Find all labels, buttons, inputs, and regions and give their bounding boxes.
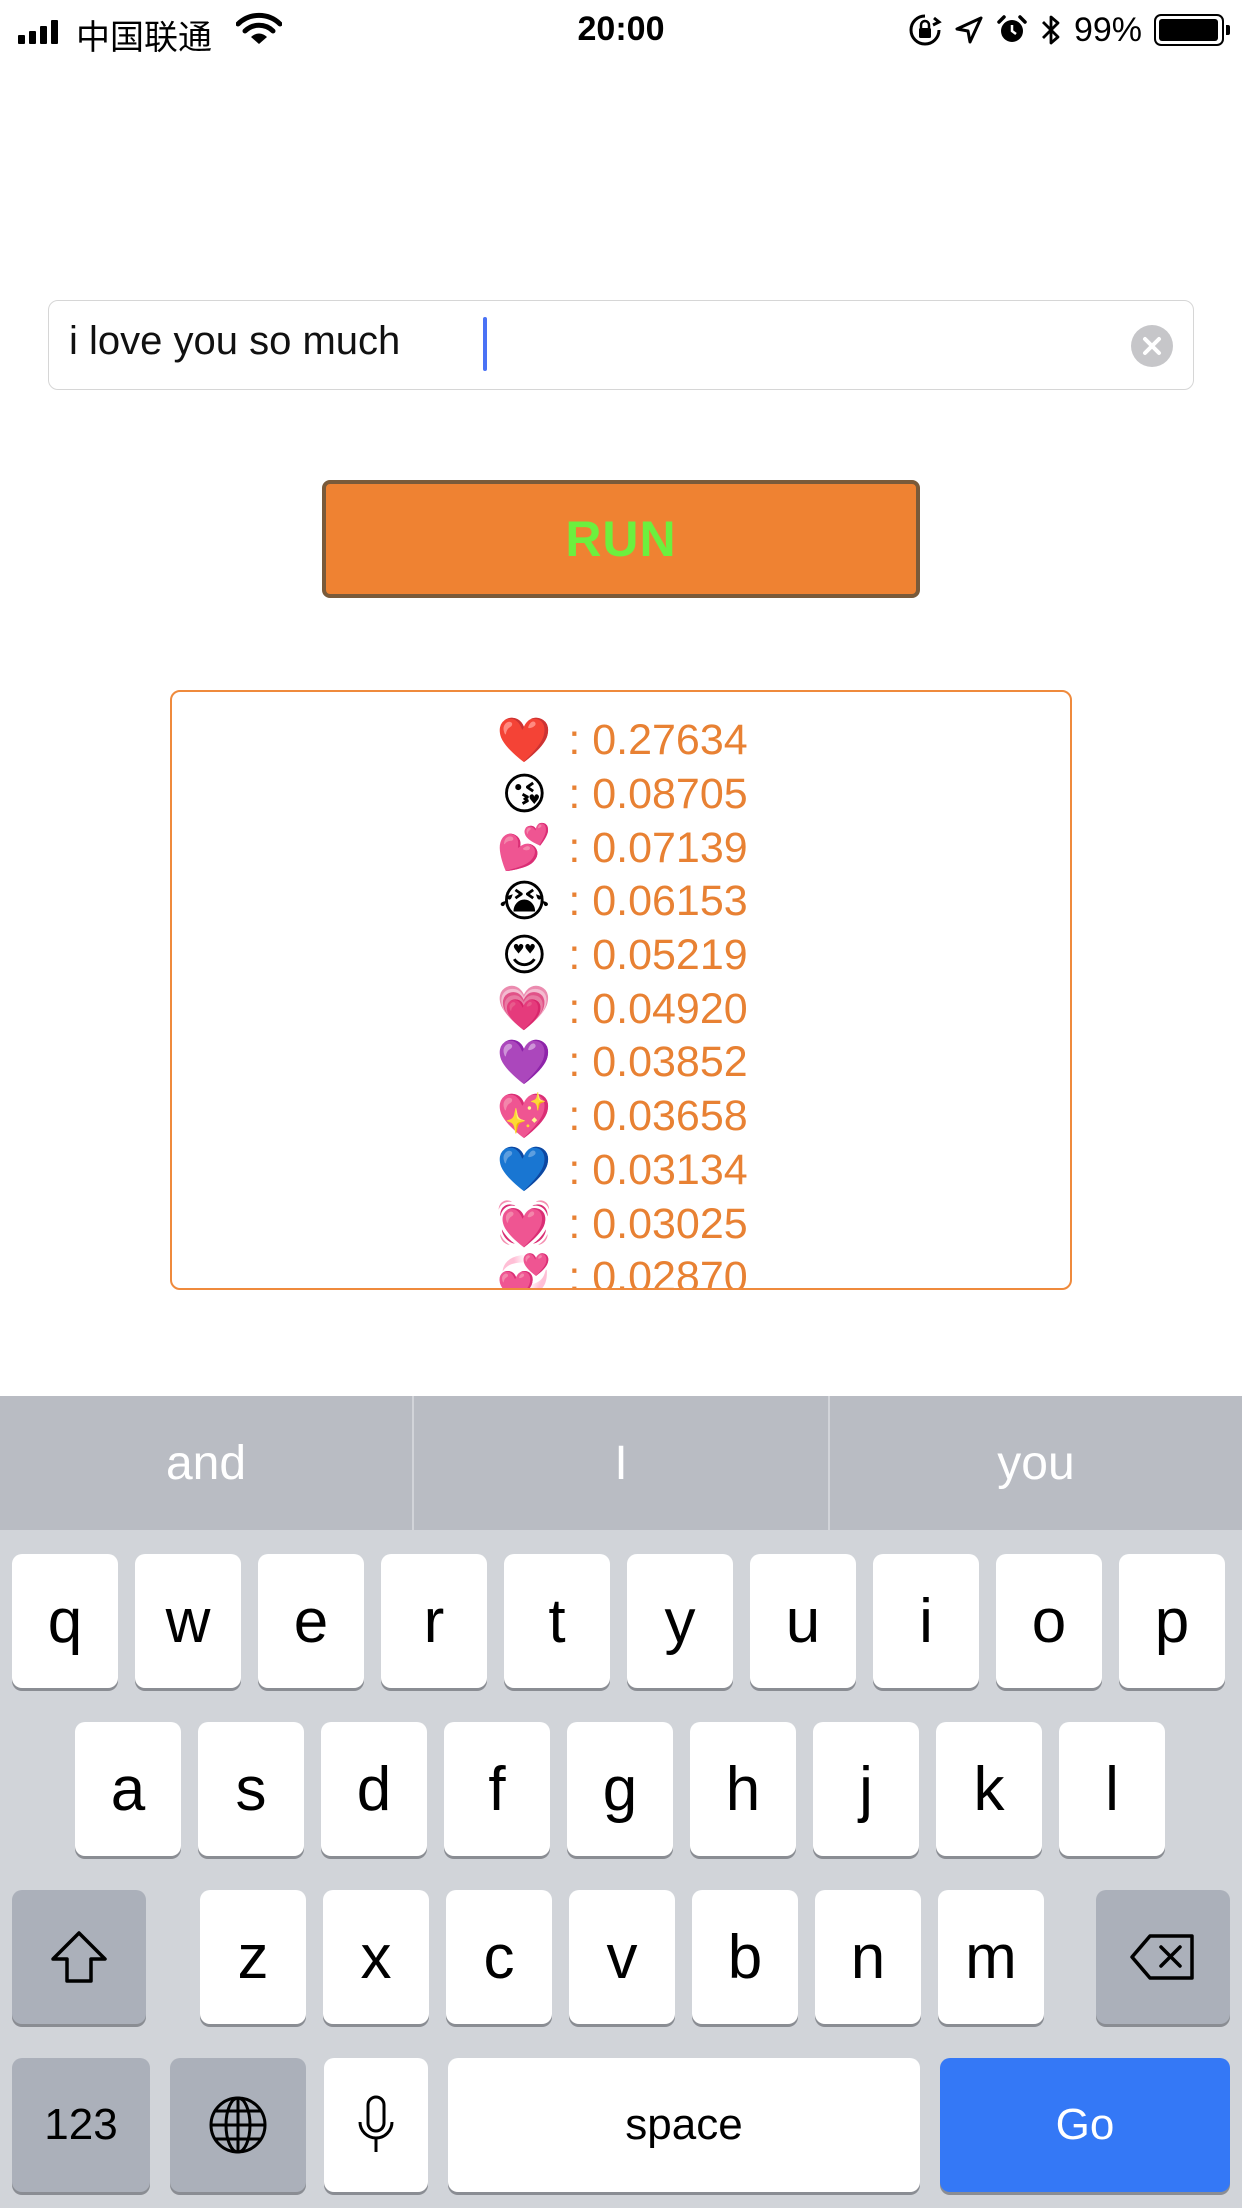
clear-icon: [1143, 337, 1161, 355]
battery-fill: [1159, 19, 1219, 41]
key-z[interactable]: z: [200, 1890, 306, 2024]
run-button-label: RUN: [565, 511, 677, 567]
dictation-key[interactable]: [324, 2058, 428, 2192]
result-row: 😘 : 0.08705: [172, 768, 1070, 822]
result-emoji: 😭: [498, 875, 551, 927]
microphone-icon: [358, 2095, 394, 2152]
result-score: : 0.03025: [568, 1199, 748, 1248]
suggestion-1[interactable]: and: [0, 1396, 412, 1530]
backspace-key[interactable]: [1096, 1890, 1230, 2024]
result-emoji: 💞: [496, 1251, 552, 1290]
result-score: : 0.04920: [568, 984, 748, 1033]
clear-text-button[interactable]: [1131, 325, 1173, 367]
key-p[interactable]: p: [1119, 1554, 1225, 1688]
result-score: : 0.03852: [568, 1038, 748, 1087]
key-g[interactable]: g: [567, 1722, 673, 1856]
suggestion-bar: and I you: [0, 1396, 1242, 1530]
result-score: : 0.03134: [568, 1145, 748, 1194]
key-b[interactable]: b: [692, 1890, 798, 2024]
result-score: : 0.07139: [568, 823, 748, 872]
globe-key[interactable]: [170, 2058, 306, 2192]
alarm-icon: [997, 15, 1027, 42]
suggestion-2[interactable]: I: [414, 1396, 828, 1530]
key-i[interactable]: i: [873, 1554, 979, 1688]
result-score: : 0.05219: [568, 931, 748, 980]
numbers-key[interactable]: 123: [12, 2058, 150, 2192]
result-emoji: 💗: [496, 983, 552, 1035]
keyboard: and I you qwertyuiop asdfghjkl zxcvbnm 123: [0, 1396, 1242, 2208]
backspace-icon: [1130, 1934, 1194, 1980]
go-key[interactable]: Go: [940, 2058, 1230, 2192]
result-row: 😭 : 0.06153: [172, 875, 1070, 929]
result-row: 💓 : 0.03025: [172, 1197, 1070, 1251]
battery-icon: [1154, 14, 1230, 46]
key-a[interactable]: a: [75, 1722, 181, 1856]
text-cursor: [483, 317, 487, 371]
key-j[interactable]: j: [813, 1722, 919, 1856]
key-m[interactable]: m: [938, 1890, 1044, 2024]
key-f[interactable]: f: [444, 1722, 550, 1856]
key-q[interactable]: q: [12, 1554, 118, 1688]
globe-icon: [209, 2096, 267, 2154]
bluetooth-icon: [1041, 15, 1060, 45]
result-row: 💕 : 0.07139: [172, 821, 1070, 875]
result-emoji: 💖: [496, 1090, 552, 1142]
result-score: : 0.06153: [568, 877, 748, 926]
text-input[interactable]: i love you so much: [48, 300, 1194, 390]
space-key[interactable]: space: [448, 2058, 920, 2192]
key-u[interactable]: u: [750, 1554, 856, 1688]
text-input-value: i love you so much: [69, 319, 401, 363]
key-d[interactable]: d: [321, 1722, 427, 1856]
key-n[interactable]: n: [815, 1890, 921, 2024]
key-r[interactable]: r: [381, 1554, 487, 1688]
key-l[interactable]: l: [1059, 1722, 1165, 1856]
key-y[interactable]: y: [627, 1554, 733, 1688]
key-x[interactable]: x: [323, 1890, 429, 2024]
battery-percent: 99%: [1073, 10, 1142, 49]
result-row: 💙 : 0.03134: [172, 1144, 1070, 1198]
orientation-lock-icon: [909, 14, 942, 46]
key-v[interactable]: v: [569, 1890, 675, 2024]
result-score: : 0.08705: [568, 770, 748, 819]
result-row: 💗 : 0.04920: [172, 982, 1070, 1036]
result-row: 💜 : 0.03852: [172, 1036, 1070, 1090]
status-icons: 99%: [908, 8, 1230, 52]
result-score: : 0.27634: [568, 716, 748, 765]
shift-icon: [51, 1931, 107, 1983]
key-o[interactable]: o: [996, 1554, 1102, 1688]
results-list-content: ❤️ : 0.27634 😘 : 0.08705 💕 : 0.07139 😭 : 0.0615…: [172, 714, 1070, 1290]
key-t[interactable]: t: [504, 1554, 610, 1688]
location-arrow-icon: [955, 16, 983, 44]
result-row: ❤️ : 0.27634: [172, 714, 1070, 768]
result-emoji: 💙: [496, 1144, 552, 1196]
result-emoji: 💕: [496, 822, 552, 874]
key-k[interactable]: k: [936, 1722, 1042, 1856]
results-list[interactable]: ❤️ : 0.27634 😘 : 0.08705 💕 : 0.07139 😭 : 0.0615…: [170, 690, 1072, 1290]
result-row: 💖 : 0.03658: [172, 1090, 1070, 1144]
result-emoji: 💜: [496, 1036, 552, 1088]
result-emoji: 💓: [496, 1198, 552, 1250]
run-button[interactable]: RUN: [322, 480, 920, 598]
key-h[interactable]: h: [690, 1722, 796, 1856]
key-e[interactable]: e: [258, 1554, 364, 1688]
result-emoji: 😘: [501, 768, 548, 820]
suggestion-3[interactable]: you: [830, 1396, 1242, 1530]
shift-key[interactable]: [12, 1890, 146, 2024]
key-c[interactable]: c: [446, 1890, 552, 2024]
result-emoji: ❤️: [496, 714, 552, 766]
key-w[interactable]: w: [135, 1554, 241, 1688]
result-row: 😍 : 0.05219: [172, 929, 1070, 983]
result-score: : 0.03658: [568, 1092, 748, 1141]
result-score: : 0.02870: [568, 1253, 748, 1290]
result-row: 💞 : 0.02870: [172, 1251, 1070, 1290]
status-bar: 中国联通 20:00 99%: [0, 0, 1242, 60]
key-s[interactable]: s: [198, 1722, 304, 1856]
result-emoji: 😍: [501, 929, 548, 981]
